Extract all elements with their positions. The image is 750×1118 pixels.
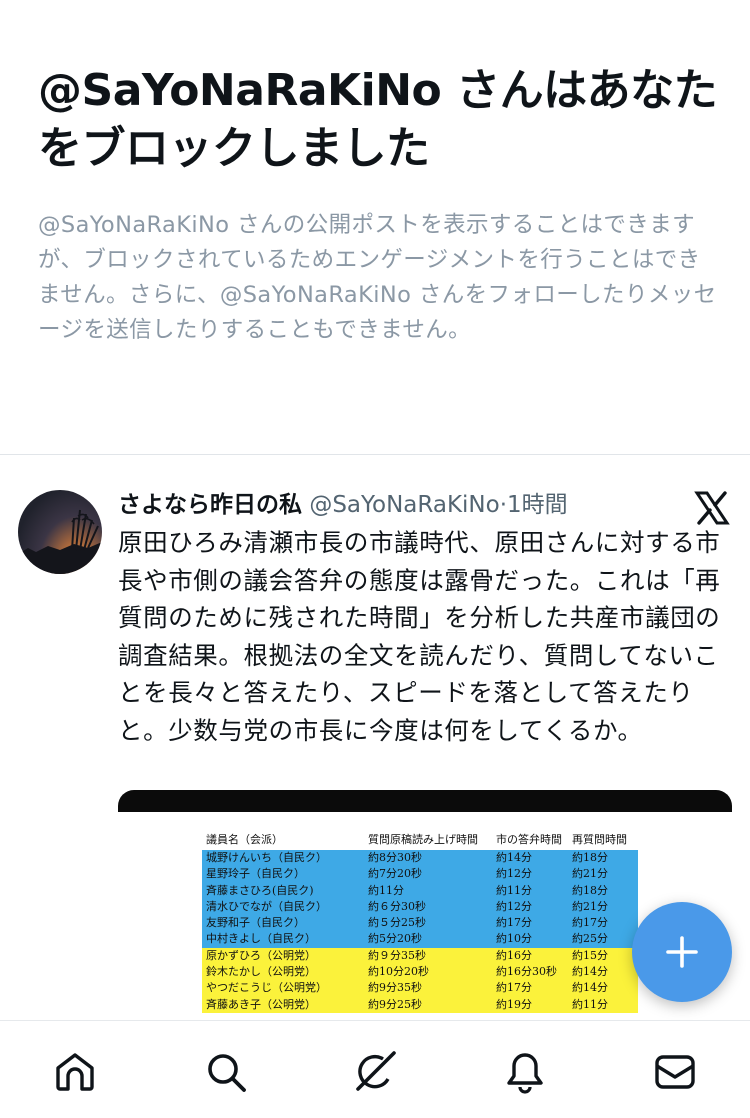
- cell-requestion: 約21分: [572, 867, 608, 881]
- cell-requestion: 約11分: [572, 997, 608, 1011]
- cell-name: 清水ひでなが（自民ク）: [206, 899, 327, 913]
- cell-read: 約9分35秒: [368, 981, 422, 995]
- header-answer: 市の答弁時間: [496, 833, 562, 846]
- grok-icon: [356, 1051, 396, 1091]
- cell-read: 約10分20秒: [368, 965, 429, 979]
- home-icon: [56, 1053, 94, 1091]
- cell-requestion: 約14分: [572, 965, 608, 979]
- header-name: 議員名（会派）: [206, 833, 283, 846]
- bottom-nav: [0, 1020, 750, 1118]
- blocked-title: @SaYoNaRaKiNo さんはあなたをブロックしました: [38, 65, 718, 174]
- section-divider: [0, 454, 750, 455]
- table-row: やつだこうじ（公明党） 約9分35秒 約17分 約14分: [202, 980, 638, 997]
- header-read: 質問原稿読み上げ時間: [368, 833, 478, 846]
- table-row: 清水ひでなが（自民ク） 約６分30秒 約12分 約21分: [202, 898, 638, 916]
- cell-requestion: 約25分: [572, 932, 608, 946]
- cell-answer: 約17分: [496, 916, 532, 930]
- tweet-media-image[interactable]: 議員名（会派） 質問原稿読み上げ時間 市の答弁時間 再質問時間 城野けんいち（自…: [118, 790, 732, 1030]
- blocked-notice: @SaYoNaRaKiNo さんはあなたをブロックしました @SaYoNaRaK…: [38, 62, 718, 348]
- cell-requestion: 約15分: [572, 948, 608, 962]
- separator-dot: ·: [499, 492, 508, 518]
- cell-read: 約11分: [368, 883, 404, 897]
- blocked-profile-screen: @SaYoNaRaKiNo さんはあなたをブロックしました @SaYoNaRaK…: [0, 0, 750, 1118]
- cell-name: 中村きよし（自民ク）: [206, 932, 316, 946]
- cell-name: 城野けんいち（自民ク）: [206, 851, 327, 864]
- table-row: 斉藤まさひろ(自民ク) 約11分 約11分 約18分: [202, 882, 638, 899]
- cell-requestion: 約18分: [572, 851, 608, 864]
- cell-name: 星野玲子（自民ク）: [206, 867, 305, 881]
- compose-button[interactable]: [632, 902, 732, 1002]
- table-row: 中村きよし（自民ク） 約5分20秒 約10分 約25分: [202, 931, 638, 948]
- author-handle[interactable]: @SaYoNaRaKiNo: [309, 492, 499, 518]
- cell-read: 約9分25秒: [368, 997, 422, 1011]
- author-name[interactable]: さよなら昨日の私: [118, 492, 302, 518]
- cell-requestion: 約21分: [572, 899, 608, 913]
- cell-read: 約９分35秒: [368, 948, 426, 962]
- header-requestion: 再質問時間: [572, 833, 627, 846]
- cell-answer: 約12分: [496, 899, 532, 913]
- cell-answer: 約19分: [496, 997, 532, 1011]
- cell-name: 友野和子（自民ク）: [206, 916, 305, 930]
- cell-name: 鈴木たかし（公明党）: [206, 965, 316, 979]
- cell-answer: 約10分: [496, 932, 532, 946]
- x-logo-icon: [692, 488, 732, 528]
- cell-read: 約5分20秒: [368, 932, 422, 946]
- table-row: 原かずひろ（公明党） 約９分35秒 約16分 約15分: [202, 947, 638, 965]
- tweet-text: 原田ひろみ清瀬市長の市議時代、原田さんに対する市長や市側の議会答弁の態度は露骨だ…: [118, 528, 721, 745]
- nav-grok[interactable]: [352, 1049, 398, 1095]
- nav-messages[interactable]: [652, 1049, 698, 1095]
- cell-name: 原かずひろ（公明党）: [206, 948, 316, 962]
- mail-icon: [655, 1055, 695, 1089]
- avatar-silhouette-icon: [18, 509, 102, 574]
- cell-answer: 約11分: [496, 883, 532, 897]
- media-table: 議員名（会派） 質問原稿読み上げ時間 市の答弁時間 再質問時間 城野けんいち（自…: [202, 830, 638, 1013]
- table-row: 鈴木たかし（公明党） 約10分20秒 約16分30秒 約14分: [202, 964, 638, 981]
- nav-notifications[interactable]: [502, 1049, 548, 1095]
- cell-answer: 約14分: [496, 851, 532, 864]
- search-icon: [208, 1054, 246, 1092]
- cell-answer: 約12分: [496, 867, 532, 881]
- cell-name: 斉藤あき子（公明党）: [206, 997, 316, 1011]
- plus-icon: [666, 936, 698, 968]
- cell-answer: 約16分30秒: [496, 965, 557, 979]
- cell-name: やつだこうじ（公明党）: [206, 981, 327, 995]
- table-row: 星野玲子（自民ク） 約7分20秒 約12分 約21分: [202, 866, 638, 883]
- avatar[interactable]: [18, 490, 102, 574]
- nav-search[interactable]: [203, 1049, 249, 1095]
- cell-read: 約６分30秒: [368, 899, 426, 913]
- media-table-body: 城野けんいち（自民ク） 約8分30秒 約14分 約18分 星野玲子（自民ク） 約7分20秒…: [202, 850, 638, 1013]
- cell-requestion: 約17分: [572, 916, 608, 930]
- table-row: 友野和子（自民ク） 約５分25秒 約17分 約17分: [202, 915, 638, 932]
- blocked-description: @SaYoNaRaKiNo さんの公開ポストを表示することはできますが、ブロック…: [38, 212, 717, 343]
- table-row: 城野けんいち（自民ク） 約8分30秒 約14分 約18分: [202, 850, 638, 867]
- bell-icon: [507, 1053, 543, 1094]
- tweet-header: さよなら昨日の私 @SaYoNaRaKiNo·1時間: [118, 488, 678, 522]
- nav-home[interactable]: [52, 1049, 98, 1095]
- table-row: 斉藤あき子（公明党） 約9分25秒 約19分 約11分: [202, 996, 638, 1013]
- cell-answer: 約16分: [496, 948, 532, 962]
- tweet-time[interactable]: 1時間: [507, 492, 568, 518]
- cell-requestion: 約14分: [572, 981, 608, 995]
- media-table-header: 議員名（会派） 質問原稿読み上げ時間 市の答弁時間 再質問時間: [202, 830, 638, 850]
- cell-read: 約7分20秒: [368, 867, 422, 881]
- cell-read: 約５分25秒: [368, 916, 426, 930]
- cell-requestion: 約18分: [572, 883, 608, 897]
- cell-read: 約8分30秒: [368, 851, 422, 864]
- cell-name: 斉藤まさひろ(自民ク): [206, 883, 314, 897]
- cell-answer: 約17分: [496, 981, 532, 995]
